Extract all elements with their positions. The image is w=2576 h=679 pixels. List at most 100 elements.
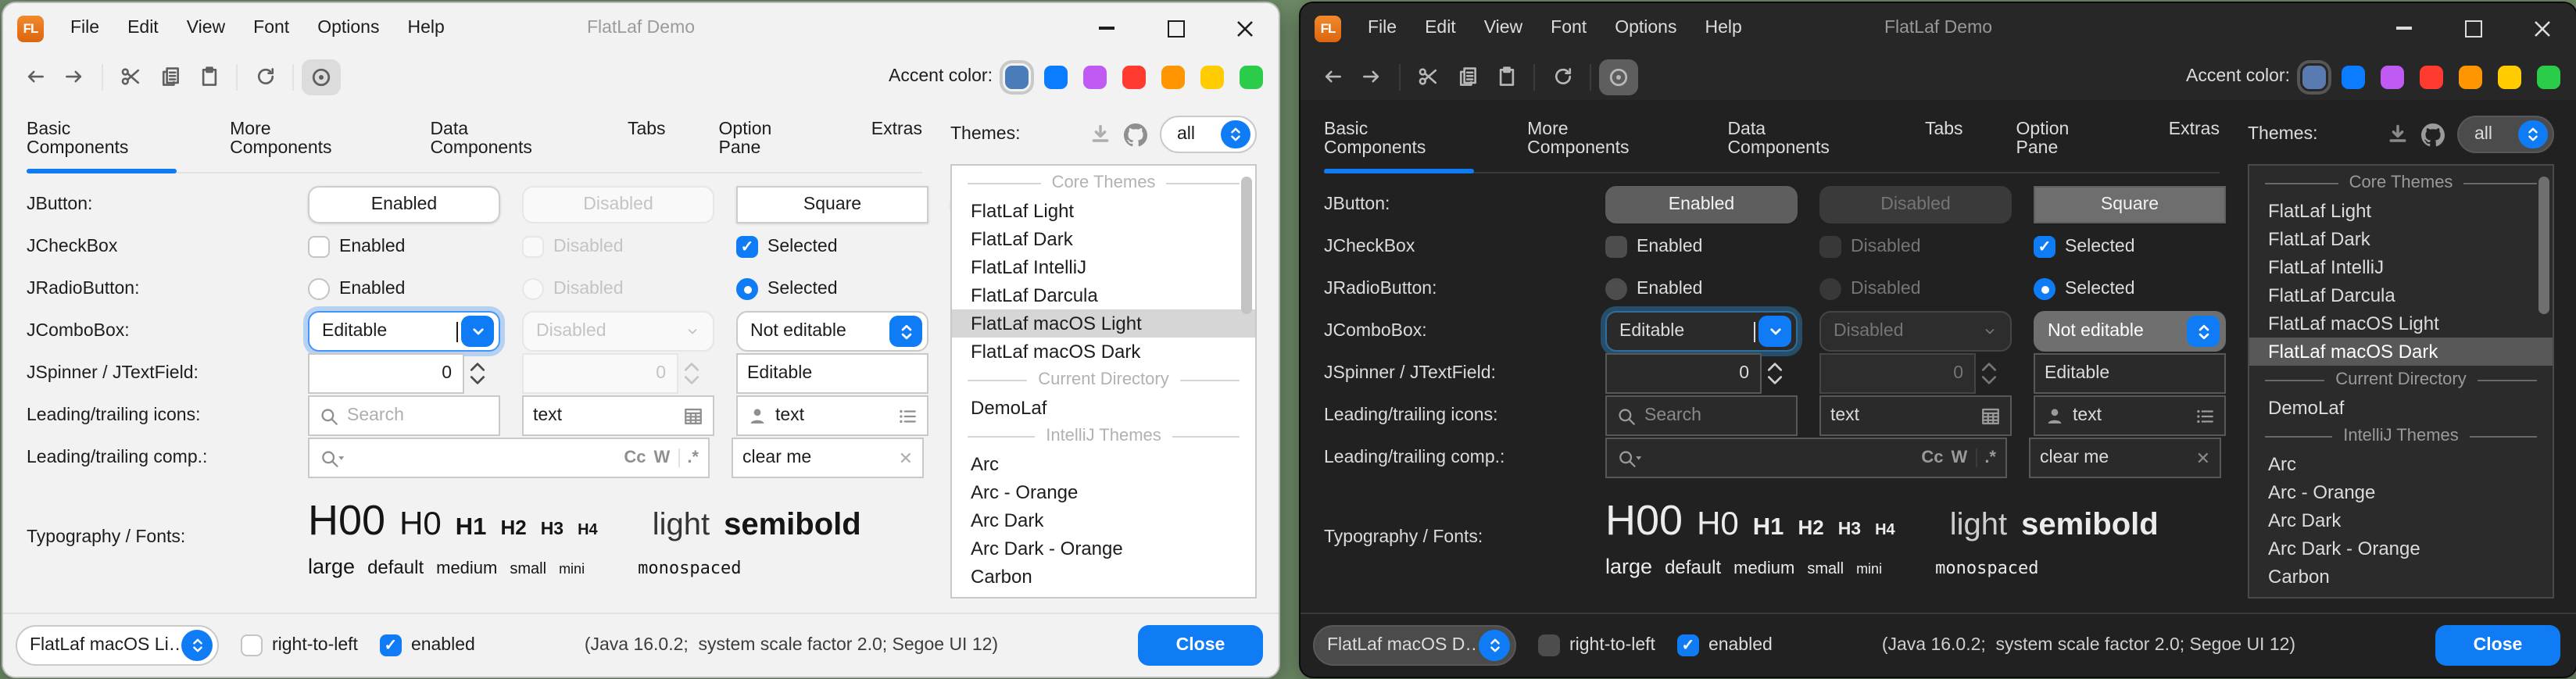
look-and-feel-combobox[interactable]: FlatLaf macOS D… [1313, 625, 1516, 666]
menu-view[interactable]: View [173, 3, 239, 53]
tab-more-components[interactable]: More Components [1527, 120, 1674, 172]
editable-combobox[interactable]: Editable [1605, 311, 1798, 352]
clear-icon[interactable]: ✕ [899, 448, 913, 468]
search-field[interactable]: Search [308, 395, 500, 436]
theme-item[interactable]: Carbon [952, 563, 1255, 591]
scrollbar-thumb[interactable] [2538, 177, 2549, 314]
not-editable-combobox[interactable]: Not editable [736, 311, 928, 352]
list-icon[interactable] [2195, 406, 2215, 426]
close-button[interactable]: Close [1138, 625, 1263, 666]
radio-selected[interactable]: Selected [2034, 278, 2135, 300]
right-to-left-checkbox[interactable]: right-to-left [1538, 634, 1655, 656]
combobox-arrow-button[interactable] [2518, 120, 2548, 148]
combobox-arrow-button[interactable] [461, 316, 494, 347]
calendar-icon[interactable] [683, 406, 703, 426]
search-dropdown-icon[interactable] [1616, 448, 1643, 468]
accent-swatch-6[interactable] [1200, 65, 1224, 88]
text-field-user-list[interactable]: text [2034, 395, 2226, 436]
menu-help[interactable]: Help [393, 3, 458, 53]
tab-data-components[interactable]: Data Components [1727, 120, 1872, 172]
show-hidden-toggle-button[interactable] [302, 59, 341, 95]
menu-view[interactable]: View [1470, 3, 1537, 53]
theme-item[interactable]: Cobalt 2 [2249, 591, 2553, 599]
right-to-left-checkbox[interactable]: right-to-left [241, 634, 358, 656]
spinner-value[interactable]: 0 [308, 353, 464, 394]
themes-filter-combobox[interactable]: all [1160, 116, 1257, 153]
theme-item[interactable]: FlatLaf Darcula [2249, 281, 2553, 309]
close-button[interactable]: Close [2435, 625, 2560, 666]
accent-swatch-5[interactable] [2459, 65, 2482, 88]
theme-item[interactable]: Cobalt 2 [952, 591, 1255, 599]
menu-edit[interactable]: Edit [1411, 3, 1470, 53]
copy-button[interactable] [150, 59, 189, 95]
enabled-button[interactable]: Enabled [308, 186, 500, 223]
search-field[interactable]: Search [1605, 395, 1798, 436]
close-window-button[interactable] [2507, 3, 2576, 53]
menu-file[interactable]: File [1354, 3, 1411, 53]
theme-item[interactable]: FlatLaf Light [952, 197, 1255, 225]
theme-item[interactable]: FlatLaf macOS Light [952, 309, 1255, 338]
text-field-user-list[interactable]: text [736, 395, 928, 436]
combobox-arrow-button[interactable] [1221, 120, 1250, 148]
accent-swatch-3[interactable] [1083, 65, 1107, 88]
enabled-button[interactable]: Enabled [1605, 186, 1798, 223]
calendar-icon[interactable] [1980, 406, 2001, 426]
regex-button[interactable]: .* [1984, 448, 1996, 467]
menu-font[interactable]: Font [1537, 3, 1601, 53]
theme-item[interactable]: Carbon [2249, 563, 2553, 591]
look-and-feel-combobox[interactable]: FlatLaf macOS Li… [16, 625, 219, 666]
theme-item[interactable]: FlatLaf macOS Dark [952, 338, 1255, 366]
accent-swatch-5[interactable] [1161, 65, 1185, 88]
checkbox-selected[interactable]: Selected [736, 236, 838, 258]
spinner-value[interactable]: 0 [1605, 353, 1762, 394]
maximize-button[interactable] [1141, 3, 1210, 53]
tab-basic-components[interactable]: Basic Components [27, 120, 177, 172]
theme-item[interactable]: Arc Dark [2249, 506, 2553, 534]
radio-selected[interactable]: Selected [736, 278, 838, 300]
close-window-button[interactable] [1210, 3, 1279, 53]
theme-item[interactable]: DemoLaf [952, 394, 1255, 422]
search-options-field[interactable]: Cc W .* [308, 438, 710, 478]
theme-item[interactable]: Arc Dark [952, 506, 1255, 534]
github-icon[interactable] [1124, 123, 1147, 146]
clear-icon[interactable]: ✕ [2196, 448, 2210, 468]
theme-item[interactable]: FlatLaf IntelliJ [952, 253, 1255, 281]
cut-button[interactable] [111, 59, 150, 95]
forward-button[interactable] [55, 59, 94, 95]
scrollbar-thumb[interactable] [1241, 177, 1252, 314]
combobox-arrow-button[interactable] [2187, 316, 2220, 347]
minimize-button[interactable] [1072, 3, 1141, 53]
theme-item[interactable]: FlatLaf Darcula [952, 281, 1255, 309]
github-icon[interactable] [2421, 123, 2445, 146]
checkbox-enabled[interactable]: Enabled [1605, 236, 1702, 258]
radio-enabled[interactable]: Enabled [308, 278, 405, 300]
match-case-button[interactable]: Cc [1921, 448, 1943, 467]
tab-basic-components[interactable]: Basic Components [1324, 120, 1474, 172]
tab-tabs[interactable]: Tabs [628, 120, 666, 172]
accent-swatch-1[interactable] [2302, 65, 2326, 88]
accent-swatch-3[interactable] [2381, 65, 2404, 88]
clearable-field[interactable]: clear me✕ [2029, 438, 2221, 478]
editable-textfield[interactable]: Editable [2034, 353, 2226, 394]
spinner-arrows[interactable] [469, 363, 486, 384]
combobox-arrow-button[interactable] [1758, 316, 1791, 347]
tab-extras[interactable]: Extras [871, 120, 922, 172]
editable-combobox[interactable]: Editable [308, 311, 500, 352]
cut-button[interactable] [1408, 59, 1447, 95]
menu-help[interactable]: Help [1690, 3, 1755, 53]
theme-item[interactable]: Arc - Orange [2249, 478, 2553, 506]
theme-item[interactable]: DemoLaf [2249, 394, 2553, 422]
spinner[interactable]: 0 [308, 353, 486, 394]
radio-enabled[interactable]: Enabled [1605, 278, 1702, 300]
menu-options[interactable]: Options [1601, 3, 1690, 53]
refresh-button[interactable] [1543, 59, 1582, 95]
maximize-button[interactable] [2438, 3, 2507, 53]
paste-button[interactable] [1487, 59, 1526, 95]
tab-more-components[interactable]: More Components [230, 120, 377, 172]
enabled-checkbox[interactable]: enabled [380, 634, 475, 656]
theme-item[interactable]: FlatLaf IntelliJ [2249, 253, 2553, 281]
theme-item[interactable]: Arc - Orange [952, 478, 1255, 506]
search-dropdown-icon[interactable] [319, 448, 345, 468]
theme-item[interactable]: Arc Dark - Orange [2249, 534, 2553, 563]
match-case-button[interactable]: Cc [624, 448, 646, 467]
